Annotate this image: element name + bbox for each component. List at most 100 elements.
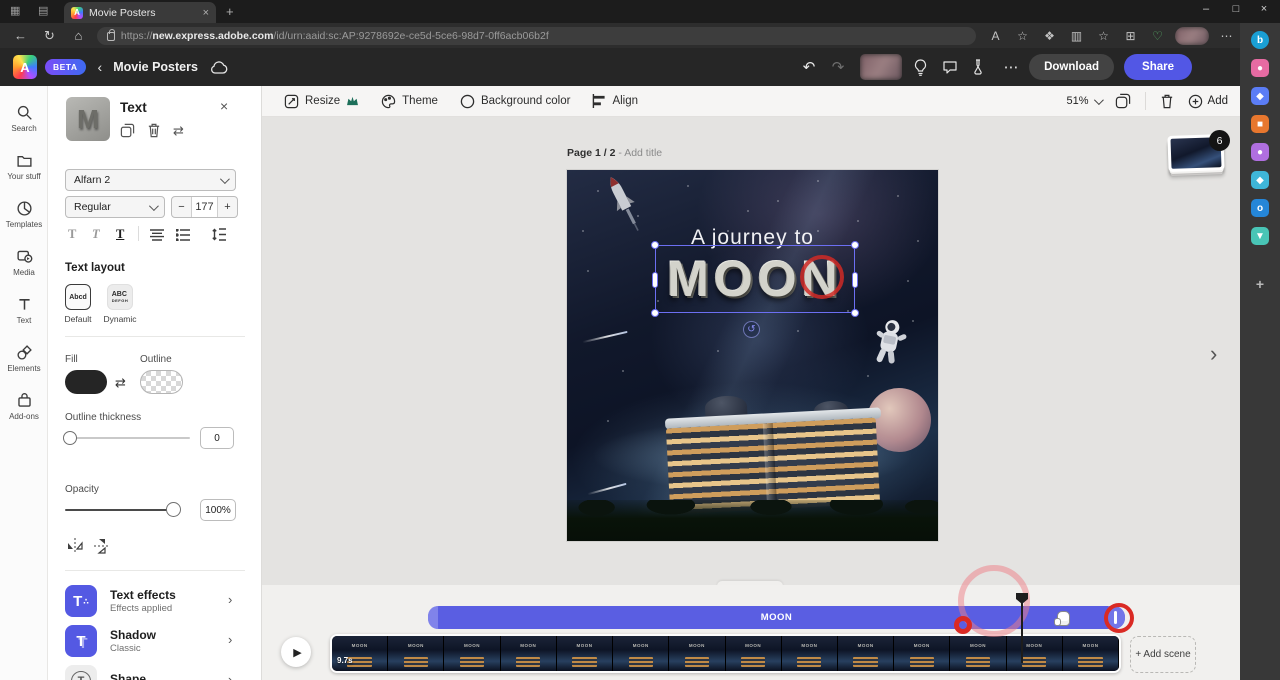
selection-handle[interactable]	[651, 309, 659, 317]
read-aloud-icon[interactable]: A	[982, 29, 1009, 43]
filmstrip-thumbnail[interactable]: MOON	[501, 636, 557, 671]
layout-default-option[interactable]: Abcd	[65, 284, 91, 310]
designer-icon[interactable]: ◆	[1251, 171, 1269, 189]
lightbulb-icon[interactable]	[913, 59, 935, 76]
collections-icon[interactable]: ⊞	[1117, 29, 1144, 43]
extensions-icon[interactable]: ❖	[1036, 29, 1063, 43]
undo-icon[interactable]: ↶	[798, 58, 820, 76]
next-page-arrow[interactable]: ›	[1210, 341, 1217, 367]
back-icon[interactable]: ←	[6, 28, 35, 43]
delete-page-icon[interactable]	[1160, 94, 1174, 109]
delete-icon[interactable]	[147, 123, 161, 138]
italic-icon[interactable]: T	[92, 227, 100, 242]
page-indicator[interactable]: Page 1 / 2 - Add title	[567, 147, 662, 159]
sidebar-item-text[interactable]: Text	[0, 288, 48, 332]
shopping-tag-icon[interactable]: ◆	[1251, 87, 1269, 105]
poster-page[interactable]: A journey to MOON	[567, 170, 938, 541]
flip-vertical-icon[interactable]	[94, 538, 108, 554]
shadow-title[interactable]: Shadow	[110, 628, 156, 642]
filmstrip-thumbnail[interactable]: MOON	[332, 636, 388, 671]
browser-essentials-icon[interactable]: ♡	[1144, 29, 1171, 43]
workspaces-icon[interactable]: ▦	[10, 4, 20, 17]
url-bar[interactable]: https://new.express.adobe.com/id/urn:aai…	[97, 27, 976, 45]
comment-icon[interactable]	[942, 60, 964, 75]
zoom-control[interactable]: 51%	[1067, 95, 1101, 107]
add-page-button[interactable]: Add	[1188, 94, 1228, 109]
download-button[interactable]: Download	[1029, 54, 1114, 80]
align-button[interactable]: Align	[592, 94, 638, 108]
beaker-icon[interactable]	[971, 59, 993, 75]
filmstrip-thumbnail[interactable]: MOON	[726, 636, 782, 671]
back-to-home-icon[interactable]: ‹	[98, 59, 103, 75]
search-icon[interactable]: ●	[1251, 59, 1269, 77]
layout-dynamic-option[interactable]: ABCDEFGH	[107, 284, 133, 310]
opacity-knob[interactable]	[166, 502, 181, 517]
home-icon[interactable]: ⌂	[64, 28, 93, 43]
swap-icon[interactable]: ⇄	[173, 123, 184, 139]
bing-icon[interactable]: b	[1251, 31, 1269, 49]
tab-close-icon[interactable]: ×	[203, 7, 209, 19]
sidebar-item-add-ons[interactable]: Add-ons	[0, 384, 48, 428]
account-avatar[interactable]	[860, 54, 902, 80]
duplicate-icon[interactable]	[120, 123, 135, 138]
filmstrip-thumbnail[interactable]: MOON	[669, 636, 725, 671]
filmstrip-thumbnail[interactable]: MOON	[1063, 636, 1119, 671]
filmstrip-thumbnail[interactable]: MOON	[838, 636, 894, 671]
font-weight-select[interactable]: Regular	[65, 196, 165, 218]
outline-thickness-value[interactable]: 0	[200, 427, 234, 449]
fill-color-swatch[interactable]	[65, 370, 107, 394]
share-button[interactable]: Share	[1124, 54, 1192, 80]
split-screen-icon[interactable]: ▥	[1063, 29, 1090, 43]
panel-close-icon[interactable]: ×	[220, 98, 228, 114]
text-effects-title[interactable]: Text effects	[110, 588, 176, 602]
sidebar-item-your-stuff[interactable]: Your stuff	[0, 144, 48, 188]
opacity-slider[interactable]	[65, 509, 173, 511]
rotate-handle[interactable]: ↺	[743, 321, 760, 338]
theme-button[interactable]: Theme	[381, 94, 438, 109]
shape-title[interactable]: Shape	[110, 672, 146, 680]
filmstrip-thumbnail[interactable]: MOON	[894, 636, 950, 671]
document-title[interactable]: Movie Posters	[113, 60, 198, 74]
new-tab-button[interactable]: +	[226, 4, 234, 19]
browser-menu-icon[interactable]: ⋯	[1213, 29, 1240, 43]
more-options-icon[interactable]: ⋯	[1000, 58, 1022, 76]
selection-handle[interactable]	[652, 272, 658, 288]
filmstrip-thumbnail[interactable]: MOON	[613, 636, 669, 671]
outline-thickness-knob[interactable]	[63, 431, 77, 445]
shadow-chevron-icon[interactable]: ›	[228, 632, 232, 647]
browser-profile-avatar[interactable]	[1175, 27, 1209, 45]
font-family-select[interactable]: Alfarn 2	[65, 169, 236, 191]
filmstrip-thumbnail[interactable]: MOON	[950, 636, 1006, 671]
bold-icon[interactable]: T	[68, 227, 76, 242]
font-size-value[interactable]: 177	[192, 197, 217, 217]
tab-actions-icon[interactable]: ▤	[38, 4, 48, 17]
sidebar-item-templates[interactable]: Templates	[0, 192, 48, 236]
underline-icon[interactable]: T	[116, 227, 124, 242]
resize-button[interactable]: Resize	[284, 94, 359, 109]
add-sidebar-icon[interactable]: +	[1251, 275, 1269, 293]
maximize-button[interactable]: □	[1222, 3, 1250, 15]
selection-handle[interactable]	[651, 241, 659, 249]
people-icon[interactable]: ●	[1251, 143, 1269, 161]
outlook-icon[interactable]: o	[1251, 199, 1269, 217]
filmstrip-thumbnail[interactable]: MOON	[444, 636, 500, 671]
add-scene-button[interactable]: + Add scene	[1130, 636, 1196, 673]
font-size-increase[interactable]: +	[217, 197, 237, 217]
background-color-button[interactable]: Background color	[460, 94, 571, 109]
selection-handle[interactable]	[852, 272, 858, 288]
opacity-value[interactable]: 100%	[200, 499, 236, 521]
drop-icon[interactable]: ▼	[1251, 227, 1269, 245]
favorite-icon[interactable]: ☆	[1009, 29, 1036, 43]
line-spacing-icon[interactable]	[212, 228, 226, 241]
favorites-bar-icon[interactable]: ☆	[1090, 29, 1117, 43]
playhead-line[interactable]	[1021, 602, 1023, 663]
outline-color-swatch[interactable]	[140, 370, 183, 394]
swap-fill-outline-icon[interactable]: ⇄	[115, 375, 126, 391]
text-align-icon[interactable]	[150, 229, 164, 241]
play-button[interactable]: ▶	[281, 637, 311, 667]
minimize-button[interactable]: –	[1192, 3, 1220, 15]
sidebar-item-media[interactable]: Media	[0, 240, 48, 284]
close-button[interactable]: ×	[1250, 3, 1278, 15]
filmstrip-thumbnail[interactable]: MOON	[557, 636, 613, 671]
selection-handle[interactable]	[851, 241, 859, 249]
